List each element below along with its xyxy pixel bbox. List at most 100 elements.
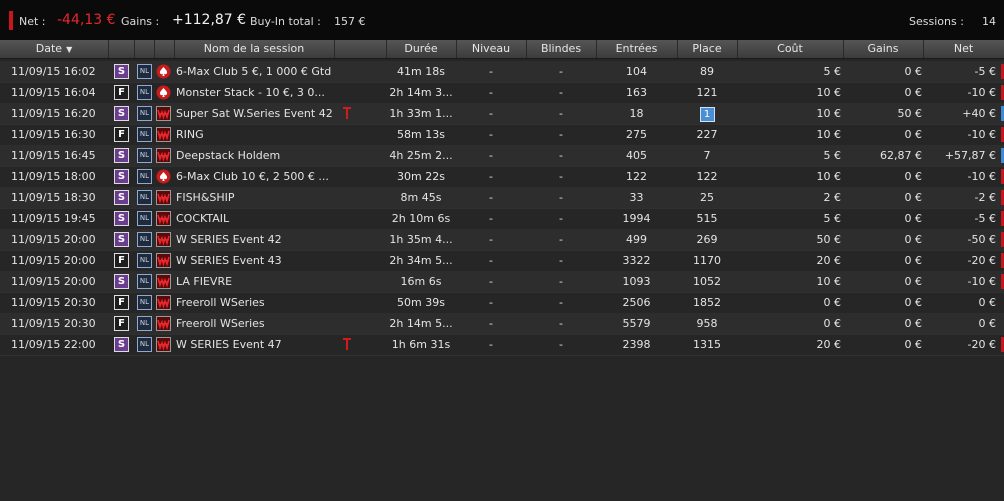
session-name[interactable]: Super Sat W.Series Event 42 [176, 103, 341, 124]
winamax-logo-icon [156, 190, 171, 205]
header-entrees[interactable]: Entrées [596, 40, 678, 58]
session-place: 7 [677, 145, 737, 166]
tournament-type-icon: F [114, 316, 129, 331]
no-limit-icon: NL [137, 316, 152, 331]
header-gains-label: Gains [867, 42, 899, 55]
net-label: Net : [19, 15, 46, 28]
place-value: 7 [703, 149, 711, 162]
header-name[interactable]: Nom de la session [174, 40, 335, 58]
place-value: 122 [696, 170, 718, 183]
session-blinds: - [559, 254, 563, 267]
session-name[interactable]: W SERIES Event 43 [176, 250, 341, 271]
place-value: 1170 [693, 254, 721, 267]
tournament-type-icon: S [114, 211, 129, 226]
session-duration: 41m 18s [397, 65, 445, 78]
session-name[interactable]: Deepstack Holdem [176, 145, 341, 166]
session-duration: 2h 14m 5... [389, 317, 453, 330]
session-entries: 2506 [622, 296, 651, 309]
session-name[interactable]: 6-Max Club 10 €, 2 500 € ... [176, 166, 341, 187]
place-value: 1052 [693, 275, 721, 288]
session-gains: 0 € [904, 65, 923, 78]
session-net: -10 € [967, 128, 996, 141]
session-name[interactable]: W SERIES Event 47 [176, 334, 341, 355]
session-net: -20 € [967, 338, 996, 351]
header-place[interactable]: Place [677, 40, 738, 58]
header-niveau[interactable]: Niveau [456, 40, 527, 58]
header-gains[interactable]: Gains [843, 40, 924, 58]
table-row[interactable]: 11/09/15 20:30 F NL Freeroll WSeries 2h 14m … [0, 313, 1004, 335]
tournament-type-icon: S [114, 148, 129, 163]
header-room[interactable] [154, 40, 175, 58]
session-name[interactable]: RING [176, 124, 341, 145]
table-row[interactable]: 11/09/15 20:00 F NL W SERIES Event 43 2h 34m… [0, 250, 1004, 272]
session-level: - [489, 212, 493, 225]
no-limit-icon: NL [137, 169, 152, 184]
no-limit-icon: NL [137, 85, 152, 100]
table-row[interactable]: 11/09/15 16:45 S NL Deepstack Holdem 4h 25m … [0, 145, 1004, 167]
header-type[interactable] [108, 40, 135, 58]
winamax-logo-icon [156, 274, 171, 289]
gains-label: Gains : [121, 15, 160, 28]
table-row[interactable]: 11/09/15 16:30 F NL RING 58m 13s - - 275 227 10 €… [0, 124, 1004, 146]
session-name[interactable]: 6-Max Club 5 €, 1 000 € Gtd [176, 61, 341, 82]
session-cost: 5 € [823, 65, 842, 78]
session-cost: 10 € [816, 275, 842, 288]
session-name[interactable]: Monster Stack - 10 €, 3 0... [176, 82, 341, 103]
session-place: 1852 [677, 292, 737, 313]
table-row[interactable]: 11/09/15 18:00 S NL 6-Max Club 10 €, 2 500 … [0, 166, 1004, 188]
table-row[interactable]: 11/09/15 16:02 S NL 6-Max Club 5 €, 1 000 €… [0, 61, 1004, 83]
header-date[interactable]: Date ▼ [0, 40, 109, 58]
session-date: 11/09/15 16:20 [11, 107, 96, 120]
session-entries: 405 [626, 149, 647, 162]
table-row[interactable]: 11/09/15 20:30 F NL Freeroll WSeries 50m 39s… [0, 292, 1004, 314]
tournament-type-icon: F [114, 253, 129, 268]
session-name[interactable]: FISH&SHIP [176, 187, 341, 208]
session-place: 515 [677, 208, 737, 229]
session-net: -5 € [974, 65, 996, 78]
session-entries: 1093 [622, 275, 651, 288]
table-row[interactable]: 11/09/15 18:30 S NL FISH&SHIP 8m 45s - - 33 25 2 … [0, 187, 1004, 209]
header-ticket[interactable] [334, 40, 387, 58]
place-value: 958 [696, 317, 718, 330]
session-gains: 0 € [904, 170, 923, 183]
session-net: 0 € [978, 317, 997, 330]
session-entries: 3322 [622, 254, 651, 267]
table-row[interactable]: 11/09/15 20:00 S NL LA FIEVRE 16m 6s - - 1093 10… [0, 271, 1004, 293]
session-name[interactable]: Freeroll WSeries [176, 313, 341, 334]
header-limit[interactable] [134, 40, 155, 58]
session-blinds: - [559, 338, 563, 351]
winamax-logo-icon [156, 106, 171, 121]
session-name[interactable]: W SERIES Event 42 [176, 229, 341, 250]
session-cost: 20 € [816, 254, 842, 267]
header-date-label: Date [35, 42, 63, 55]
session-entries: 499 [626, 233, 647, 246]
session-gains: 50 € [897, 107, 923, 120]
session-level: - [489, 317, 493, 330]
session-duration: 16m 6s [400, 275, 442, 288]
table-row[interactable]: 11/09/15 16:20 S NL Super Sat W.Series Even… [0, 103, 1004, 125]
session-entries: 122 [626, 170, 647, 183]
session-date: 11/09/15 20:00 [11, 254, 96, 267]
table-row[interactable]: 11/09/15 22:00 S NL W SERIES Event 47 1h 6m … [0, 334, 1004, 356]
session-net: -50 € [967, 233, 996, 246]
winamax-logo-icon [156, 127, 171, 142]
winamax-logo-icon [156, 316, 171, 331]
session-name[interactable]: COCKTAIL [176, 208, 341, 229]
header-cout[interactable]: Coût [737, 40, 844, 58]
header-duree[interactable]: Durée [386, 40, 457, 58]
table-row[interactable]: 11/09/15 20:00 S NL W SERIES Event 42 1h 35m… [0, 229, 1004, 251]
table-row[interactable]: 11/09/15 16:04 F NL Monster Stack - 10 €, 3… [0, 82, 1004, 104]
table-header: Date ▼ Nom de la session Durée Niveau Bli… [0, 40, 1004, 59]
header-net[interactable]: Net [923, 40, 1004, 58]
tournament-type-icon: F [114, 85, 129, 100]
session-blinds: - [559, 212, 563, 225]
header-blindes[interactable]: Blindes [526, 40, 597, 58]
session-blinds: - [559, 65, 563, 78]
place-value: 515 [696, 212, 718, 225]
session-name[interactable]: LA FIEVRE [176, 271, 341, 292]
session-name[interactable]: Freeroll WSeries [176, 292, 341, 313]
session-blinds: - [559, 149, 563, 162]
session-date: 11/09/15 20:30 [11, 296, 96, 309]
session-date: 11/09/15 22:00 [11, 338, 96, 351]
table-row[interactable]: 11/09/15 19:45 S NL COCKTAIL 2h 10m 6s - - 1994… [0, 208, 1004, 230]
